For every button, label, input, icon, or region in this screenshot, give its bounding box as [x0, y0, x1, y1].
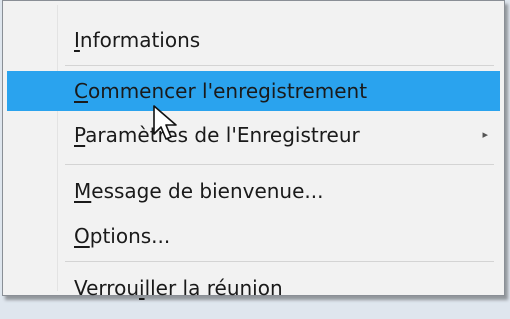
menu-item-label: ptions... [89, 224, 171, 248]
menu-item-options[interactable]: Options... [7, 216, 500, 256]
mnemonic: M [74, 179, 92, 203]
mouse-pointer-icon [153, 105, 177, 140]
menu-item-label: essage de bienvenue... [91, 179, 324, 203]
menu-item-parametres-enregistreur[interactable]: Paramètres de l'Enregistreur ▸ [7, 115, 500, 155]
menu-item-label: ller la réunion [144, 276, 283, 300]
menu-separator [65, 261, 494, 262]
menu-item-informations[interactable]: Informations [7, 20, 500, 60]
menu-item-message-bienvenue[interactable]: Message de bienvenue... [7, 171, 500, 211]
menu-item-verrouiller-reunion[interactable]: Verrouiller la réunion [7, 268, 500, 308]
context-menu: Informations Commencer l'enregistrement … [2, 0, 505, 300]
menu-item-label: nformations [79, 28, 201, 52]
mnemonic: C [74, 79, 88, 103]
menu-item-label: ommencer l'enregistrement [87, 79, 368, 103]
menu-separator [65, 164, 494, 165]
mnemonic: O [74, 224, 90, 248]
menu-item-commencer-enregistrement[interactable]: Commencer l'enregistrement [7, 71, 500, 111]
menu-item-label: aramètres de l'Enregistreur [85, 123, 360, 147]
chevron-right-icon: ▸ [482, 128, 488, 141]
menu-item-label: Verrou [74, 276, 139, 300]
menu-separator [65, 65, 494, 66]
mnemonic: P [74, 123, 86, 147]
